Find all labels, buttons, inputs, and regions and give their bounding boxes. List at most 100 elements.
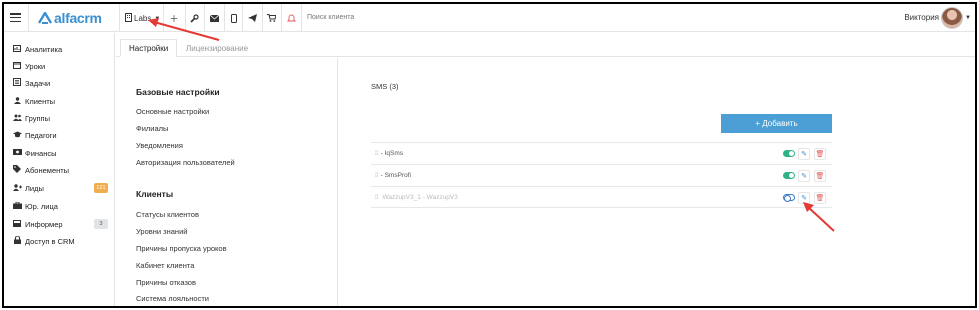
divider xyxy=(119,4,120,32)
sidebar-item-label: Уроки xyxy=(25,61,46,71)
alfacrm-logo-icon xyxy=(37,10,53,24)
sidebar-item-informer[interactable]: Информер 3 xyxy=(12,217,110,231)
trash-icon[interactable]: 🗑 xyxy=(814,170,826,182)
trash-icon[interactable]: 🗑 xyxy=(814,192,826,204)
divider xyxy=(242,4,243,32)
client-search-input[interactable] xyxy=(307,14,427,21)
nav-link-loyalty-system[interactable]: Система лояльности xyxy=(136,294,209,303)
user-name[interactable]: Виктория xyxy=(904,13,939,22)
toggle-switch[interactable] xyxy=(783,194,795,202)
app-frame: alfacrm Labs ▼ ＋ Поиск клиента Виктория … xyxy=(2,2,977,308)
sidebar-item-label: Лиды xyxy=(25,183,44,193)
tab-settings[interactable]: Настройки xyxy=(120,39,178,57)
settings-nav: Базовые настройки Основные настройки Фил… xyxy=(116,58,338,306)
sidebar-item-leads[interactable]: Лиды 121 xyxy=(12,181,110,195)
sidebar-item-label: Доступ в CRM xyxy=(25,236,75,246)
sidebar-item-label: Абонементы xyxy=(25,165,70,175)
sidebar-item-legal-entities[interactable]: Юр. лица xyxy=(12,199,110,213)
nav-link-client-statuses[interactable]: Статусы клиентов xyxy=(136,210,199,219)
edit-pencil-icon[interactable]: ✎ xyxy=(798,192,810,204)
page-title: SMS (3) xyxy=(371,82,399,91)
sidebar-item-analytics[interactable]: Аналитика xyxy=(12,42,110,56)
sms-settings-panel: SMS (3) + Добавить ⁞⁞ - IqSms ✎ 🗑 ⁞⁞ - Sms… xyxy=(339,58,975,306)
phone-icon[interactable] xyxy=(228,12,240,24)
chevron-down-icon: ▼ xyxy=(154,15,161,22)
logo-text: alfacrm xyxy=(54,10,102,26)
clients-heading: Клиенты xyxy=(136,189,174,199)
nav-link-user-authorization[interactable]: Авторизация пользователей xyxy=(136,158,235,167)
drag-handle-icon[interactable]: ⁞⁞ xyxy=(375,150,379,157)
cart-icon[interactable] xyxy=(265,12,277,24)
tab-licensing[interactable]: Лицензирование xyxy=(178,39,256,57)
users-icon xyxy=(12,114,22,123)
bell-icon[interactable] xyxy=(285,12,297,24)
avatar[interactable] xyxy=(941,7,963,29)
sidebar-item-label: Юр. лица xyxy=(25,201,58,211)
sidebar-item-tasks[interactable]: Задачи xyxy=(12,76,110,90)
drag-handle-icon[interactable]: ⁞⁞ xyxy=(375,194,379,201)
user-plus-icon xyxy=(12,183,22,193)
briefcase-icon xyxy=(12,201,22,211)
money-icon xyxy=(12,149,22,157)
lock-icon xyxy=(12,235,22,246)
divider xyxy=(204,4,205,32)
logo[interactable]: alfacrm xyxy=(37,10,102,26)
add-button[interactable]: + Добавить xyxy=(721,114,832,133)
list-item-label: ⁞⁞ WazzupV3_1 - WazzupV3 xyxy=(375,193,458,201)
sidebar-item-teachers[interactable]: Педагоги xyxy=(12,128,110,142)
top-bar: alfacrm Labs ▼ ＋ Поиск клиента Виктория … xyxy=(4,4,975,32)
divider xyxy=(224,4,225,32)
branch-selector[interactable]: Labs ▼ xyxy=(125,13,160,24)
sidebar-item-label: Клиенты xyxy=(25,96,56,106)
toggle-switch[interactable] xyxy=(783,150,795,157)
nav-link-main-settings[interactable]: Основные настройки xyxy=(136,107,209,116)
divider xyxy=(301,4,302,32)
nav-link-client-cabinet[interactable]: Кабинет клиента xyxy=(136,261,194,270)
tag-icon xyxy=(12,165,22,175)
nav-link-branches[interactable]: Филиалы xyxy=(136,124,168,133)
user-icon xyxy=(12,96,22,106)
telegram-icon[interactable] xyxy=(246,12,258,24)
list-item-label: ⁞⁞ - IqSms xyxy=(375,150,404,157)
chart-icon xyxy=(12,44,22,54)
sidebar-item-clients[interactable]: Клиенты xyxy=(12,94,110,108)
divider xyxy=(185,4,186,32)
edit-pencil-icon[interactable]: ✎ xyxy=(798,148,810,160)
drag-handle-icon[interactable]: ⁞⁞ xyxy=(375,172,379,179)
sidebar-item-label: Аналитика xyxy=(25,44,63,54)
graduation-cap-icon xyxy=(12,131,22,140)
nav-link-lesson-skip-reasons[interactable]: Причины пропуска уроков xyxy=(136,244,227,253)
list-item-label: ⁞⁞ - SmsProfi xyxy=(375,172,411,179)
calendar-icon xyxy=(12,61,22,71)
building-icon xyxy=(125,13,132,24)
sidebar-item-subscriptions[interactable]: Абонементы xyxy=(12,163,110,177)
nav-link-refusal-reasons[interactable]: Причины отказов xyxy=(136,278,196,287)
sidebar: Аналитика Уроки Задачи Клиенты Группы Пе… xyxy=(4,33,115,306)
list-item: ⁞⁞ - IqSms ✎ 🗑 xyxy=(371,142,832,164)
envelope-icon[interactable] xyxy=(208,12,220,24)
list-item: ⁞⁞ - SmsProfi ✎ 🗑 xyxy=(371,164,832,186)
sidebar-item-lessons[interactable]: Уроки xyxy=(12,59,110,73)
trash-icon[interactable]: 🗑 xyxy=(814,148,826,160)
wrench-icon[interactable] xyxy=(188,12,200,24)
inbox-icon xyxy=(12,219,22,229)
sidebar-item-groups[interactable]: Группы xyxy=(12,111,110,125)
sidebar-item-label: Педагоги xyxy=(25,130,57,140)
sidebar-item-crm-access[interactable]: Доступ в CRM xyxy=(12,234,110,248)
divider xyxy=(281,4,282,32)
toggle-switch[interactable] xyxy=(783,172,795,179)
branch-label: Labs xyxy=(134,14,152,23)
settings-tabs: Настройки Лицензирование xyxy=(116,33,975,57)
nav-link-notifications[interactable]: Уведомления xyxy=(136,141,183,150)
divider xyxy=(163,4,164,32)
sidebar-item-label: Информер xyxy=(25,219,63,229)
sidebar-item-finance[interactable]: Финансы xyxy=(12,146,110,160)
basic-settings-heading: Базовые настройки xyxy=(136,87,220,97)
chevron-down-icon[interactable]: ▼ xyxy=(965,15,971,21)
plus-icon[interactable]: ＋ xyxy=(168,12,180,24)
hamburger-menu-icon[interactable] xyxy=(10,13,21,23)
nav-link-knowledge-levels[interactable]: Уровни знаний xyxy=(136,227,187,236)
divider xyxy=(28,4,29,32)
edit-pencil-icon[interactable]: ✎ xyxy=(798,170,810,182)
informer-count-badge: 3 xyxy=(94,219,108,229)
